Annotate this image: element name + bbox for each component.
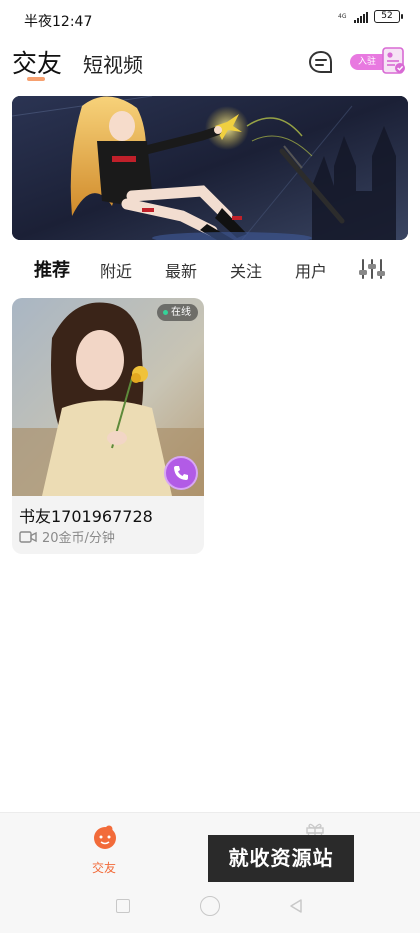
recent-apps-icon[interactable] — [116, 899, 130, 913]
top-header: 交友 短视频 入驻 — [0, 40, 420, 90]
friends-icon — [94, 825, 116, 849]
signal-icon — [354, 11, 368, 23]
tab-short-video[interactable]: 短视频 — [83, 49, 143, 78]
nav-friends-label: 交友 — [92, 861, 117, 875]
promo-banner[interactable] — [12, 96, 408, 240]
online-status-badge: 在线 — [157, 304, 198, 321]
price-row: 20金币/分钟 — [19, 527, 115, 546]
phone-icon — [174, 466, 188, 480]
user-name: 书友1701967728 — [19, 507, 153, 526]
active-tab-indicator — [27, 77, 45, 81]
back-icon[interactable] — [288, 898, 304, 914]
video-call-button[interactable] — [164, 456, 198, 490]
bottom-navigation: 交友 就收资源站 — [0, 812, 420, 933]
filter-tab-users[interactable]: 用户 — [295, 258, 327, 282]
video-icon — [19, 530, 37, 543]
battery-icon: 52 — [374, 10, 403, 23]
status-time: 半夜12:47 — [24, 14, 93, 30]
certificate-icon — [382, 47, 405, 74]
online-dot — [163, 310, 168, 315]
filter-tab-nearby[interactable]: 附近 — [100, 258, 132, 282]
status-bar: 半夜12:47 4G 52 — [0, 0, 420, 38]
join-button[interactable]: 入驻 — [350, 46, 408, 78]
system-navigation — [0, 893, 420, 919]
filter-tab-recommend[interactable]: 推荐 — [34, 256, 70, 282]
banner-illustration — [12, 96, 408, 240]
user-photo: 在线 — [12, 298, 204, 496]
home-icon[interactable] — [200, 896, 220, 916]
filter-settings-icon[interactable] — [358, 258, 386, 280]
filter-tabs: 推荐 附近 最新 关注 用户 — [0, 250, 420, 286]
watermark-overlay: 就收资源站 — [208, 835, 354, 882]
battery-level: 52 — [381, 11, 393, 21]
filter-tab-latest[interactable]: 最新 — [165, 258, 197, 282]
nav-item-friends[interactable]: 交友 — [86, 821, 124, 875]
tab-friends[interactable]: 交友 — [12, 44, 62, 80]
network-type: 4G — [338, 13, 347, 20]
online-status-label: 在线 — [171, 307, 191, 318]
user-card[interactable]: 在线 书友1701967728 20金币/分钟 — [12, 298, 204, 554]
message-icon[interactable] — [308, 50, 334, 74]
status-indicators: 4G 52 — [338, 10, 403, 23]
filter-tab-following[interactable]: 关注 — [230, 258, 262, 282]
call-price: 20金币/分钟 — [42, 531, 115, 546]
